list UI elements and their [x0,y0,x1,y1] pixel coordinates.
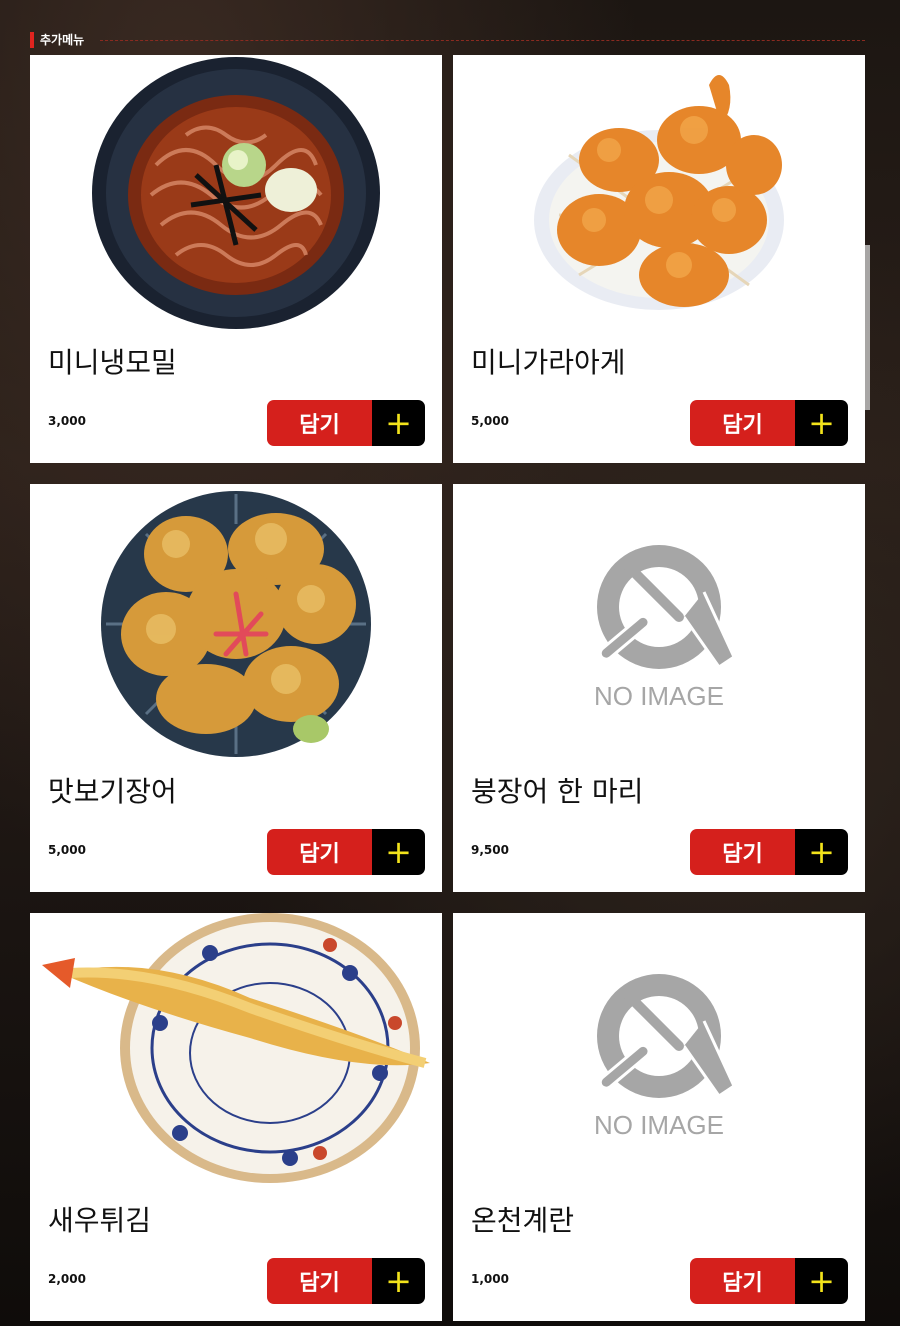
menu-item-price: 9,500 [471,843,509,857]
plus-icon: + [372,829,425,875]
menu-item-price: 5,000 [48,843,86,857]
plus-icon: + [372,1258,425,1304]
menu-card[interactable]: 미니냉모밀 3,000 담기 + [30,55,442,463]
plus-icon: + [795,400,848,446]
no-image-placeholder: NO IMAGE [453,484,865,764]
add-to-cart-label: 담기 [267,1258,372,1304]
menu-item-name: 맛보기장어 [48,775,177,808]
fried-eel-image [30,484,442,764]
karaage-image [453,55,865,335]
plus-icon: + [372,400,425,446]
no-image-icon [597,544,734,669]
menu-card[interactable]: 맛보기장어 5,000 담기 + [30,484,442,892]
scrollbar-thumb[interactable] [865,245,870,410]
cold-soba-image [30,55,442,335]
add-to-cart-button[interactable]: 담기 + [267,829,425,875]
add-to-cart-label: 담기 [267,400,372,446]
add-to-cart-label: 담기 [690,400,795,446]
section-title: 추가메뉴 [40,33,85,47]
add-to-cart-label: 담기 [690,1258,795,1304]
menu-item-name: 미니가라아게 [471,346,626,379]
add-to-cart-button[interactable]: 담기 + [690,829,848,875]
menu-item-name: 붕장어 한 마리 [471,775,644,808]
plus-icon: + [795,829,848,875]
add-to-cart-label: 담기 [690,829,795,875]
menu-item-price: 2,000 [48,1272,86,1286]
menu-item-price: 3,000 [48,414,86,428]
menu-item-price: 1,000 [471,1272,509,1286]
menu-item-name: 미니냉모밀 [48,346,177,379]
add-to-cart-button[interactable]: 담기 + [267,400,425,446]
menu-item-name: 온천계란 [471,1204,575,1237]
no-image-text: NO IMAGE [593,680,724,711]
shrimp-tempura-image [30,913,442,1193]
section-header: 추가메뉴 [30,30,865,50]
add-to-cart-button[interactable]: 담기 + [690,400,848,446]
menu-card[interactable]: 새우튀김 2,000 담기 + [30,913,442,1321]
plus-icon: + [795,1258,848,1304]
menu-card[interactable]: NO IMAGE 붕장어 한 마리 9,500 담기 + [453,484,865,892]
section-divider [100,40,865,41]
add-to-cart-label: 담기 [267,829,372,875]
section-accent-bar [30,32,34,48]
no-image-placeholder: NO IMAGE [453,913,865,1193]
menu-item-name: 새우튀김 [48,1204,152,1237]
menu-item-price: 5,000 [471,414,509,428]
add-to-cart-button[interactable]: 담기 + [690,1258,848,1304]
add-to-cart-button[interactable]: 담기 + [267,1258,425,1304]
menu-card[interactable]: NO IMAGE 온천계란 1,000 담기 + [453,913,865,1321]
no-image-text: NO IMAGE [593,1109,724,1140]
menu-card[interactable]: 미니가라아게 5,000 담기 + [453,55,865,463]
no-image-icon [597,973,734,1098]
